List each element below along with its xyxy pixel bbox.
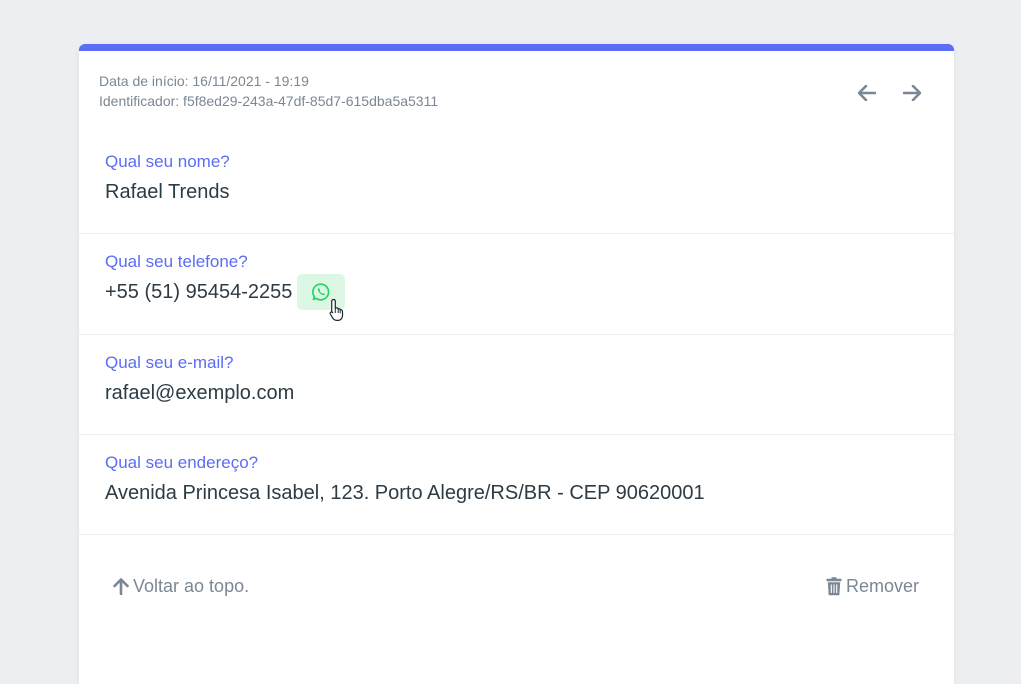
whatsapp-button[interactable] [297,274,346,321]
field-label: Qual seu telefone? [105,252,248,271]
arrow-left-icon [857,84,876,101]
field-value-row: Rafael Trends [105,180,954,204]
field-value-row: +55 (51) 95454-2255 [105,274,954,321]
whatsapp-icon [312,283,330,301]
field-value: Rafael Trends [105,181,230,203]
response-meta: Data de início: 16/11/2021 - 19:19 Ident… [99,71,438,111]
field-value: rafael@exemplo.com [105,382,295,404]
start-date: Data de início: 16/11/2021 - 19:19 [99,73,309,89]
previous-button[interactable] [854,80,879,105]
trash-icon [826,577,842,596]
field-label: Qual seu nome? [105,152,230,171]
field-phone: Qual seu telefone? +55 (51) 95454-2255 [79,252,954,335]
remove-button[interactable]: Remover [826,576,919,597]
field-label: Qual seu e-mail? [105,353,234,372]
arrow-up-icon [113,578,129,595]
remove-label: Remover [845,576,919,596]
field-value-row: rafael@exemplo.com [105,381,954,405]
response-navigation [854,80,924,105]
back-to-top-label: Voltar ao topo. [133,576,250,596]
field-email: Qual seu e-mail? rafael@exemplo.com [79,353,954,435]
field-name: Qual seu nome? Rafael Trends [79,152,954,234]
field-label: Qual seu endereço? [105,453,259,472]
arrow-right-icon [902,84,921,101]
field-value: +55 (51) 95454-2255 [105,281,293,303]
field-address: Qual seu endereço? Avenida Princesa Isab… [79,453,954,535]
mouse-cursor-icon [329,298,344,321]
field-value: Avenida Princesa Isabel, 123. Porto Aleg… [105,482,705,504]
next-button[interactable] [899,80,924,105]
response-card: Data de início: 16/11/2021 - 19:19 Ident… [79,44,954,684]
field-value-row: Avenida Princesa Isabel, 123. Porto Aleg… [105,481,954,505]
back-to-top-link[interactable]: Voltar ao topo. [113,576,249,597]
identifier: Identificador: f5f8ed29-243a-47df-85d7-6… [99,93,439,109]
